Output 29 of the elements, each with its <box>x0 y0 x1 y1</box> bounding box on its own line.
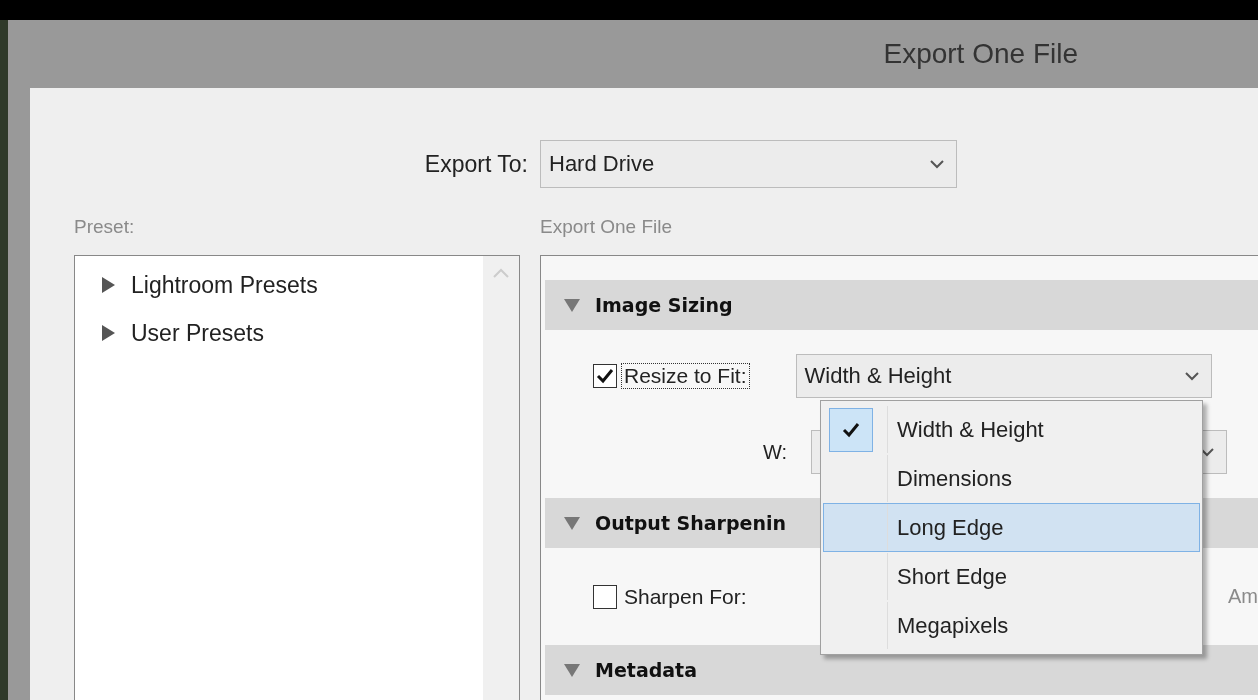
menu-item[interactable]: Dimensions <box>823 454 1200 503</box>
menu-item[interactable]: Short Edge <box>823 552 1200 601</box>
section-header[interactable]: Image Sizing <box>545 280 1258 330</box>
dropdown[interactable]: Width & Height <box>795 354 1212 398</box>
checkmark-icon <box>596 368 614 384</box>
chevron-down-icon <box>1184 371 1199 381</box>
menu-item[interactable]: Long Edge <box>823 503 1200 552</box>
triangle-right-icon[interactable] <box>99 324 117 342</box>
panel-label: Export One File <box>540 215 672 238</box>
field-label: Am <box>1228 585 1258 608</box>
list-label: Preset: <box>74 215 135 238</box>
chevron-down-icon <box>930 159 944 169</box>
triangle-down-icon[interactable] <box>563 661 581 679</box>
field-label: W: <box>763 440 788 464</box>
tree-item[interactable]: Lightroom Presets <box>131 271 318 299</box>
menu-item[interactable]: Width & Height <box>823 405 1200 454</box>
export-dropdown[interactable]: Hard Drive <box>540 140 957 188</box>
checkmark-icon <box>842 421 860 438</box>
tree-item[interactable]: User Presets <box>131 319 264 347</box>
triangle-down-icon[interactable] <box>563 514 581 532</box>
field-label: Export To: <box>424 150 528 178</box>
window-title: Export One File <box>883 38 1078 70</box>
checkbox[interactable] <box>593 584 617 609</box>
checkbox-label[interactable]: Sharpen For: <box>621 583 750 610</box>
checkbox[interactable] <box>593 364 617 388</box>
triangle-down-icon[interactable] <box>563 296 581 314</box>
triangle-right-icon[interactable] <box>99 276 117 294</box>
checkbox-label[interactable]: Resize to Fit: <box>621 363 750 389</box>
chevron-down-icon <box>1200 447 1215 457</box>
